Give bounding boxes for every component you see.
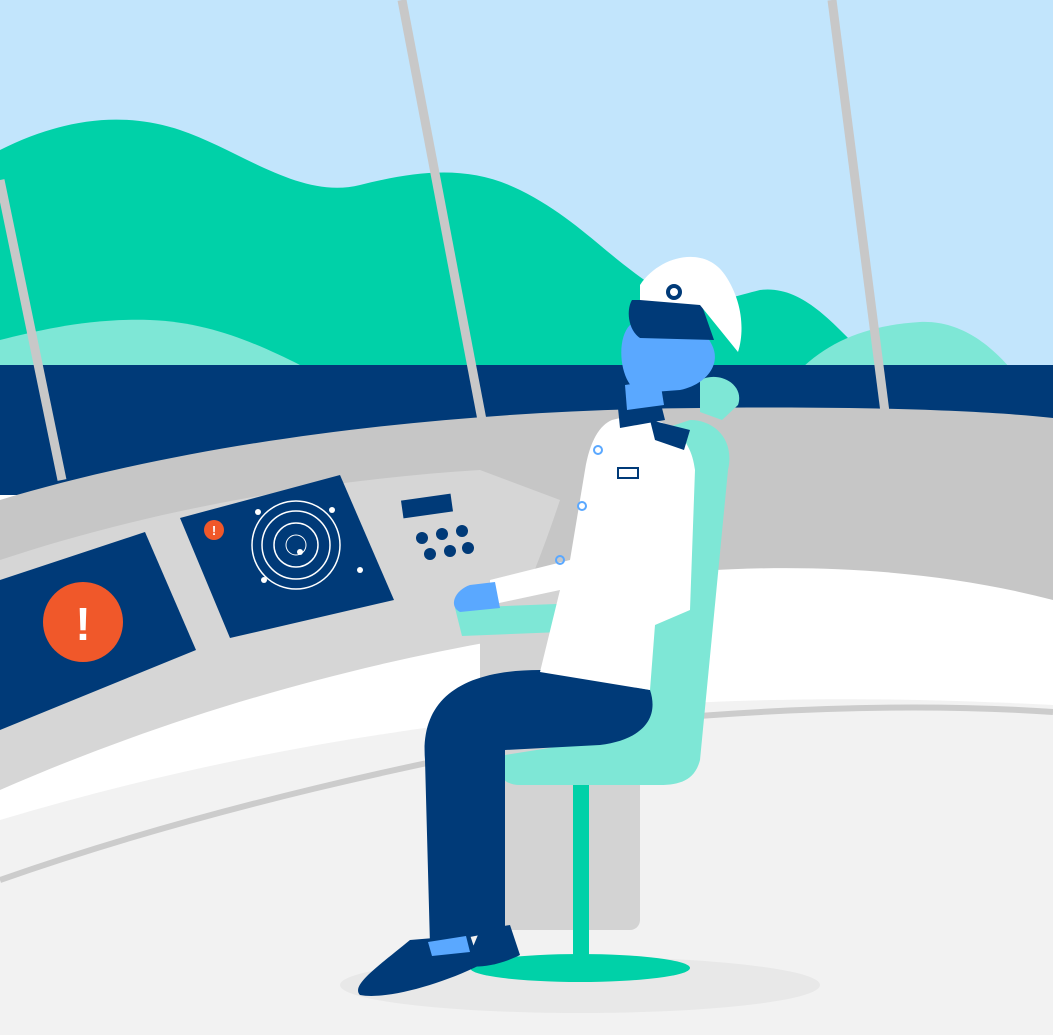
alert-glyph: ! <box>75 598 90 650</box>
small-alert-glyph: ! <box>212 523 216 538</box>
chair-stem <box>573 770 589 970</box>
ship-bridge-illustration: ! ! <box>0 0 1053 1035</box>
